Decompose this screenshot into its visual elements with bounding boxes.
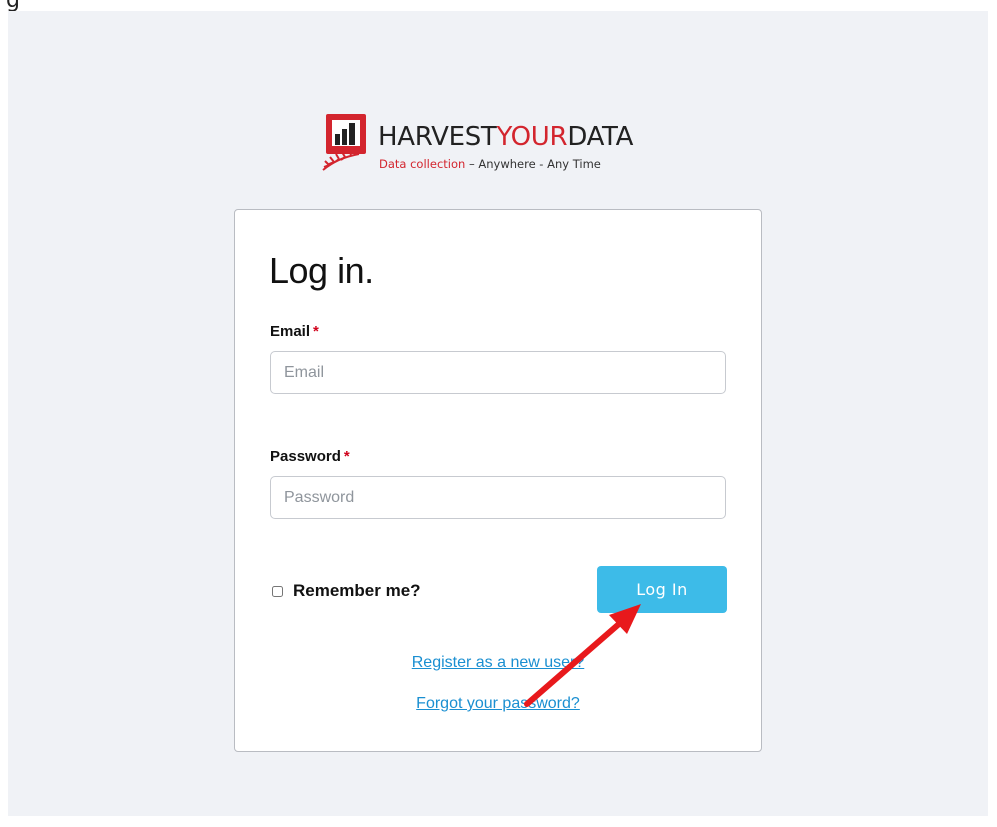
remember-me-label: Remember me? [293, 581, 421, 600]
required-marker: * [343, 448, 350, 465]
remember-me-row[interactable]: Remember me? [272, 581, 421, 601]
login-button[interactable]: Log In [597, 566, 727, 613]
password-field[interactable] [270, 476, 726, 519]
password-label: Password * [270, 448, 350, 465]
register-link[interactable]: Register as a new user? [235, 654, 761, 672]
email-field[interactable] [270, 351, 726, 394]
password-label-text: Password [270, 448, 341, 465]
bar-chart-wheat-logo-icon [322, 114, 366, 171]
brand-name-your: YOUR [496, 122, 568, 152]
email-label-text: Email [270, 323, 311, 340]
login-card: Log in. Email* Password* Remember me? Lo… [234, 209, 762, 752]
email-label: Email * [270, 323, 319, 340]
brand-name: HARVESTYOURDATA [378, 122, 633, 152]
brand-logo[interactable]: HARVESTYOURDATA Data collection – Anywhe… [321, 112, 681, 176]
forgot-password-link[interactable]: Forgot your password? [235, 695, 761, 713]
tagline-anywhere: – Anywhere - Any Time [465, 157, 601, 171]
remember-me-checkbox[interactable] [272, 585, 283, 597]
brand-name-harvest: HARVEST [378, 122, 497, 152]
brand-name-data: DATA [567, 122, 634, 152]
page-title: Log in. [269, 250, 374, 291]
tagline-data-collection: Data collection [379, 157, 466, 171]
brand-tagline: Data collection – Anywhere - Any Time [379, 157, 601, 171]
required-marker: * [313, 323, 319, 340]
